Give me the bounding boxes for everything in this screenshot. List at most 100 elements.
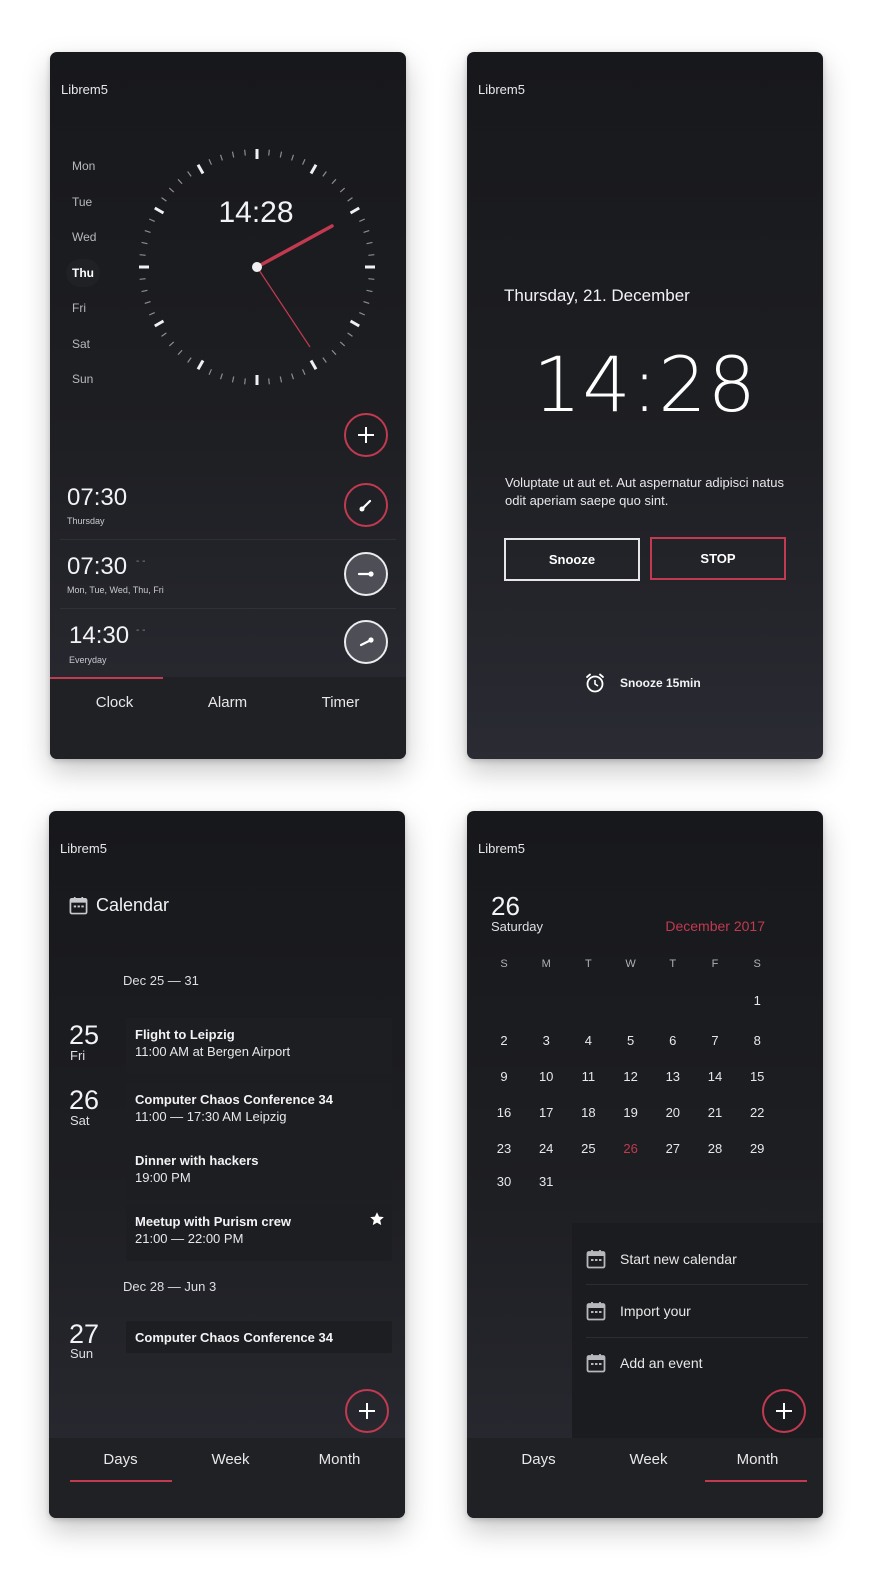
clock-minute-tick	[359, 218, 366, 222]
weekday-sun[interactable]: Sun	[64, 365, 106, 401]
tab-month[interactable]: Month	[283, 1451, 396, 1468]
calendar-day[interactable]: 16	[483, 1105, 525, 1120]
calendar-day[interactable]: 10	[525, 1069, 567, 1084]
calendar-day[interactable]: 20	[652, 1105, 694, 1120]
tab-timer[interactable]: Timer	[284, 694, 397, 711]
clock-minute-tick	[187, 171, 192, 177]
snooze-15-button[interactable]: Snooze 15min	[584, 672, 701, 694]
menu-item-add-event[interactable]: Add an event	[586, 1337, 808, 1389]
calendar-day[interactable]: 29	[736, 1141, 778, 1156]
clock-minute-tick	[177, 349, 183, 356]
calendar-day[interactable]: 18	[567, 1105, 609, 1120]
clock-hour-tick	[309, 359, 318, 370]
alarm-item[interactable]: 07:30 - - Mon, Tue, Wed, Thu, Fri	[50, 539, 406, 607]
calendar-day[interactable]: 23	[483, 1141, 525, 1156]
calendar-day[interactable]: 22	[736, 1105, 778, 1120]
weekday-wed[interactable]: Wed	[64, 223, 106, 259]
calendar-day[interactable]: 13	[652, 1069, 694, 1084]
event-card[interactable]: Computer Chaos Conference 34 11:00 — 17:…	[126, 1083, 392, 1139]
event-card[interactable]: Meetup with Purism crew 21:00 — 22:00 PM	[126, 1205, 392, 1261]
calendar-day[interactable]: 11	[567, 1069, 609, 1084]
menu-item-new-calendar[interactable]: Start new calendar	[586, 1233, 808, 1285]
add-button[interactable]	[762, 1389, 806, 1433]
weekday-tue[interactable]: Tue	[64, 188, 106, 224]
clock-hour-tick	[154, 206, 165, 215]
calendar-day[interactable]: 19	[610, 1105, 652, 1120]
calendar-day[interactable]: 14	[694, 1069, 736, 1084]
tab-clock[interactable]: Clock	[58, 694, 171, 711]
event-subtitle: 21:00 — 22:00 PM	[135, 1231, 244, 1246]
day-number: 26	[69, 1085, 100, 1115]
clock-minute-tick	[244, 378, 246, 385]
alarm-toggle-on[interactable]	[344, 483, 388, 527]
clock-minute-tick	[148, 312, 155, 316]
stop-button[interactable]: STOP	[650, 537, 786, 580]
add-alarm-button[interactable]	[344, 413, 388, 457]
calendar-day[interactable]: 3	[525, 1033, 567, 1048]
alarm-days: Thursday	[67, 516, 105, 526]
calendar-days-screen: Librem5 Calendar Dec 25 — 31 25 Fri Flig…	[49, 811, 405, 1518]
clock-minute-tick	[291, 154, 295, 161]
tab-bar: Days Week Month	[467, 1438, 823, 1518]
clock-minute-tick	[208, 158, 212, 165]
event-card[interactable]: Dinner with hackers 19:00 PM	[126, 1144, 392, 1200]
alarm-toggle-off[interactable]	[344, 620, 388, 664]
calendar-icon	[586, 1354, 606, 1373]
menu-item-label: Add an event	[620, 1355, 703, 1371]
clock-minute-tick	[347, 332, 353, 337]
calendar-day[interactable]: 21	[694, 1105, 736, 1120]
alarm-date: Thursday, 21. December	[504, 286, 690, 305]
menu-item-import[interactable]: Import your	[586, 1285, 808, 1337]
snooze-button[interactable]: Snooze	[504, 538, 640, 581]
calendar-day[interactable]: 8	[736, 1033, 778, 1048]
tab-week[interactable]: Week	[592, 1451, 705, 1468]
calendar-day[interactable]: 25	[567, 1141, 609, 1156]
tab-days[interactable]: Days	[64, 1451, 177, 1468]
calendar-day[interactable]: 30	[483, 1174, 525, 1189]
clock-minute-tick	[279, 376, 283, 383]
weekday-thu[interactable]: Thu	[64, 258, 106, 295]
calendar-day[interactable]: 12	[610, 1069, 652, 1084]
alarm-big-time: 14:28	[532, 340, 758, 429]
event-card[interactable]: Flight to Leipzig 11:00 AM at Bergen Air…	[126, 1018, 392, 1074]
calendar-day-today[interactable]: 26	[610, 1141, 652, 1156]
calendar-day[interactable]: 24	[525, 1141, 567, 1156]
weekday-label: Mon	[72, 159, 96, 173]
page-title: Calendar	[96, 895, 170, 915]
tab-week[interactable]: Week	[174, 1451, 287, 1468]
tab-alarm[interactable]: Alarm	[171, 694, 284, 711]
clock-minute-tick	[219, 154, 223, 161]
tab-indicator	[705, 1480, 807, 1482]
tab-month[interactable]: Month	[701, 1451, 814, 1468]
alarm-toggle-off[interactable]	[344, 552, 388, 596]
alarm-message: Voluptate ut aut et. Aut aspernatur adip…	[505, 475, 784, 508]
calendar-day[interactable]: 2	[483, 1033, 525, 1048]
clock-minute-tick	[219, 373, 223, 380]
alarm-item[interactable]: 14:30 - - Everyday	[50, 608, 406, 676]
calendar-day[interactable]: 31	[525, 1174, 567, 1189]
tab-days[interactable]: Days	[482, 1451, 595, 1468]
weekday-mon[interactable]: Mon	[64, 152, 106, 188]
weekday-sat[interactable]: Sat	[64, 330, 106, 366]
calendar-day[interactable]: 9	[483, 1069, 525, 1084]
add-event-button[interactable]	[345, 1389, 389, 1433]
calendar-day[interactable]: 17	[525, 1105, 567, 1120]
event-card[interactable]: Computer Chaos Conference 34	[126, 1321, 392, 1353]
calendar-day[interactable]: 28	[694, 1141, 736, 1156]
alarm-item[interactable]: 07:30 Thursday	[50, 470, 406, 538]
calendar-day[interactable]: 27	[652, 1141, 694, 1156]
weekday-fri[interactable]: Fri	[64, 294, 106, 330]
calendar-day[interactable]: 1	[736, 993, 778, 1008]
clock-minute-tick	[366, 289, 373, 293]
calendar-day[interactable]: 6	[652, 1033, 694, 1048]
calendar-day[interactable]: 15	[736, 1069, 778, 1084]
clock-minute-tick	[144, 301, 151, 305]
calendar-day[interactable]: 4	[567, 1033, 609, 1048]
calendar-day[interactable]: 7	[694, 1033, 736, 1048]
calendar-day[interactable]: 5	[610, 1033, 652, 1048]
month-title[interactable]: December 2017	[665, 918, 765, 934]
clock-minute-tick	[161, 197, 167, 202]
tab-indicator	[50, 677, 163, 679]
star-icon[interactable]	[369, 1211, 385, 1227]
hour-hand	[255, 224, 334, 269]
